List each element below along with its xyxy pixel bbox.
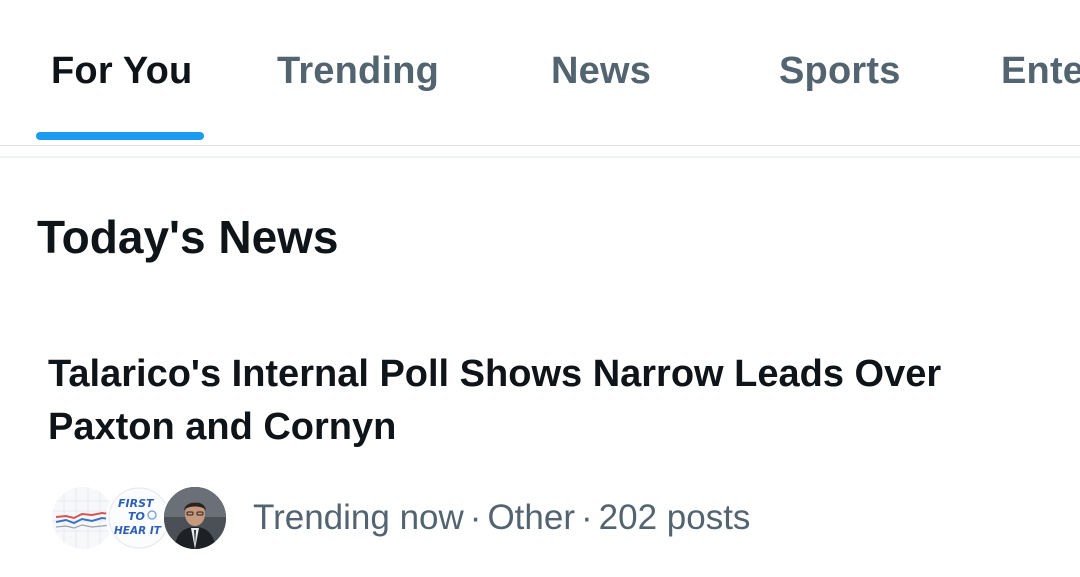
trending-status: Trending now	[253, 498, 464, 537]
meta-separator: ·	[469, 498, 482, 537]
news-category: Other	[487, 498, 575, 537]
divider	[0, 156, 1080, 158]
tab-trending[interactable]: Trending	[277, 50, 439, 100]
news-headline[interactable]: Talarico's Internal Poll Shows Narrow Le…	[48, 348, 1048, 454]
tab-news[interactable]: News	[551, 50, 651, 100]
svg-text:HEAR IT: HEAR IT	[114, 525, 162, 537]
section-title: Today's News	[37, 211, 339, 263]
tab-entertainment[interactable]: Ente	[1001, 50, 1080, 100]
svg-text:FIRST: FIRST	[118, 497, 155, 510]
svg-text:TO: TO	[128, 510, 145, 523]
tab-for-you[interactable]: For You	[51, 50, 192, 100]
active-tab-indicator	[36, 132, 204, 140]
news-meta: FIRST TO HEAR IT Trending now · Other · …	[50, 485, 750, 551]
news-meta-text: Trending now · Other · 202 posts	[253, 498, 750, 538]
avatar-stack: FIRST TO HEAR IT	[50, 485, 230, 551]
meta-separator: ·	[580, 498, 593, 537]
person-photo-icon	[162, 485, 228, 551]
post-count: 202 posts	[598, 498, 751, 537]
tab-bar: For You Trending News Sports Ente	[0, 0, 1080, 146]
news-item[interactable]: Talarico's Internal Poll Shows Narrow Le…	[0, 330, 1080, 577]
tab-sports[interactable]: Sports	[779, 50, 901, 100]
